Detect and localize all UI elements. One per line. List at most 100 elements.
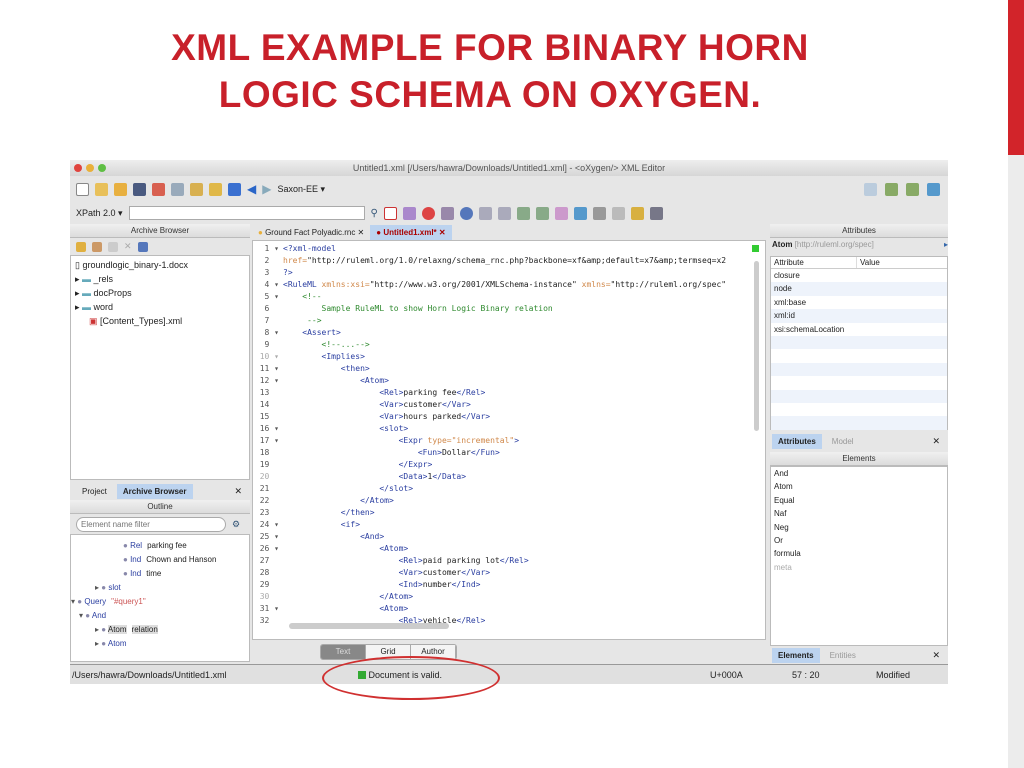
element-item[interactable]: And (771, 467, 947, 480)
close-panel-icon[interactable]: ✕ (234, 486, 242, 497)
element-item[interactable]: meta (771, 561, 947, 574)
tab-ground-fact[interactable]: ● Ground Fact Polyadic.rnc ✕ (252, 225, 370, 240)
attribute-row[interactable] (771, 335, 947, 350)
undo-icon[interactable] (554, 206, 568, 220)
back-icon[interactable]: ◀ (247, 182, 256, 196)
attribute-row[interactable] (771, 376, 947, 390)
paste-icon[interactable] (630, 206, 644, 220)
copy-icon[interactable] (611, 206, 625, 220)
tab-untitled1[interactable]: ● Untitled1.xml* ✕ (370, 224, 452, 240)
filter-settings-icon[interactable]: ⚙ (232, 519, 240, 530)
code-token: <if> (283, 520, 361, 530)
horizontal-scrollbar[interactable] (289, 623, 449, 629)
element-item[interactable]: Or (771, 534, 947, 547)
tree-item-docprops[interactable]: ▸ ▬ docProps (75, 286, 245, 300)
new-file-icon[interactable] (108, 241, 118, 252)
attribute-row[interactable] (771, 389, 947, 403)
minimize-button[interactable] (86, 164, 94, 172)
xpath-input[interactable] (128, 206, 365, 220)
apply-transform-icon[interactable] (228, 182, 241, 196)
attribute-row[interactable] (771, 362, 947, 377)
tab-project[interactable]: Project (76, 484, 113, 499)
line-number: 15 (259, 412, 279, 422)
tree-item-word[interactable]: ▸ ▬ word (75, 300, 245, 314)
tab-attributes[interactable]: Attributes (772, 433, 822, 449)
element-item[interactable]: Neg (771, 521, 947, 534)
find-icon[interactable] (171, 182, 184, 196)
outline-item[interactable]: ● Rel parking fee (71, 539, 249, 553)
editor-perspective-icon[interactable] (864, 182, 877, 196)
attribute-row[interactable]: xsi:schemaLocation (771, 322, 947, 336)
tree-item-content-types[interactable]: ▣ [Content_Types].xml (75, 314, 245, 328)
forward-icon[interactable]: ▶ (262, 182, 271, 196)
tab-elements[interactable]: Elements (772, 647, 820, 663)
tree-item-docx[interactable]: ▯ groundlogic_binary-1.docx (75, 258, 245, 272)
outline-item[interactable]: ▸ ● Atom relation (71, 623, 249, 637)
open-archive-icon[interactable] (76, 241, 86, 252)
debug-icon[interactable] (459, 206, 473, 220)
open-url-icon[interactable] (114, 182, 127, 196)
new-file-icon[interactable] (76, 182, 89, 196)
zoom-button[interactable] (98, 164, 106, 172)
refactor-icon[interactable] (516, 206, 530, 220)
redo-icon[interactable] (573, 206, 587, 220)
new-folder-icon[interactable] (92, 241, 102, 252)
transformer-select[interactable]: Saxon-EE ▾ (277, 184, 325, 195)
outline-item[interactable]: ▸ ● Atom (71, 637, 249, 651)
attribute-row[interactable]: xml:id (771, 309, 947, 323)
delete-icon[interactable]: ✕ (124, 241, 132, 252)
print-icon[interactable] (152, 182, 165, 196)
oxygen-window: Untitled1.xml [/Users/hawra/Downloads/Un… (70, 160, 948, 684)
save-icon[interactable] (133, 182, 146, 196)
close-button[interactable] (74, 164, 82, 172)
context-namespace: [http://ruleml.org/spec] (794, 240, 874, 249)
element-item[interactable]: Equal (771, 494, 947, 507)
database-icon[interactable] (927, 182, 940, 196)
tab-model[interactable]: Model (826, 434, 860, 449)
toggle-comment-icon[interactable] (497, 206, 511, 220)
close-panel-icon[interactable]: ✕ (932, 436, 940, 447)
code-line: 23 </then> (253, 507, 726, 519)
outline-item[interactable]: ▾ ● And (71, 609, 249, 623)
refresh-icon[interactable] (137, 241, 148, 252)
attribute-row[interactable] (771, 416, 947, 430)
run-transform-icon[interactable] (421, 206, 435, 220)
find-files-icon[interactable] (190, 182, 203, 196)
expand-icon[interactable]: ▸ (944, 240, 948, 249)
vertical-scrollbar[interactable] (754, 261, 759, 431)
attribute-row[interactable]: node (771, 282, 947, 296)
archive-browser-title: Archive Browser (130, 226, 190, 235)
xslt-debugger-icon[interactable] (885, 182, 898, 196)
element-item[interactable]: Naf (771, 507, 947, 520)
attribute-row[interactable]: xml:base (771, 295, 947, 310)
close-panel-icon[interactable]: ✕ (932, 650, 940, 661)
xquery-debugger-icon[interactable] (906, 182, 919, 196)
xpath-version-select[interactable]: XPath 2.0 ▾ (76, 208, 123, 219)
element-item[interactable]: Atom (771, 480, 947, 493)
outline-item[interactable]: ▸ ● slot (71, 581, 249, 595)
open-files-icon[interactable] (209, 182, 222, 196)
attribute-row[interactable]: closure (771, 269, 947, 283)
code-editor[interactable]: 1 ▾ <?xml-model 2 href= "http://ruleml.org/… (252, 240, 766, 640)
attribute-row[interactable] (771, 349, 947, 363)
attribute-row[interactable] (771, 402, 947, 417)
code-token: <Assert> (283, 328, 341, 338)
tab-entities[interactable]: Entities (824, 648, 862, 663)
tag-icon[interactable] (535, 206, 549, 220)
outline-item[interactable]: ● Ind time (71, 567, 249, 581)
tree-item-rels[interactable]: ▸ ▬ _rels (75, 272, 245, 286)
element-filter-input[interactable] (76, 516, 226, 532)
outline-item[interactable]: ▾ ● Query "#query1" (71, 595, 249, 609)
open-folder-icon[interactable] (95, 182, 108, 196)
validate-icon[interactable] (383, 206, 397, 220)
format-indent-icon[interactable] (478, 206, 492, 220)
layout-icon[interactable] (649, 206, 663, 220)
mode-text[interactable]: Text (321, 645, 366, 659)
xpath-search-icon[interactable]: ⚲ (371, 208, 378, 219)
cut-icon[interactable] (592, 206, 606, 220)
check-wellformed-icon[interactable] (402, 206, 416, 220)
outline-item[interactable]: ● Ind Chown and Hanson (71, 553, 249, 567)
element-item[interactable]: formula (771, 547, 947, 560)
configure-transform-icon[interactable] (440, 206, 454, 220)
tab-archive-browser[interactable]: Archive Browser (116, 483, 193, 499)
